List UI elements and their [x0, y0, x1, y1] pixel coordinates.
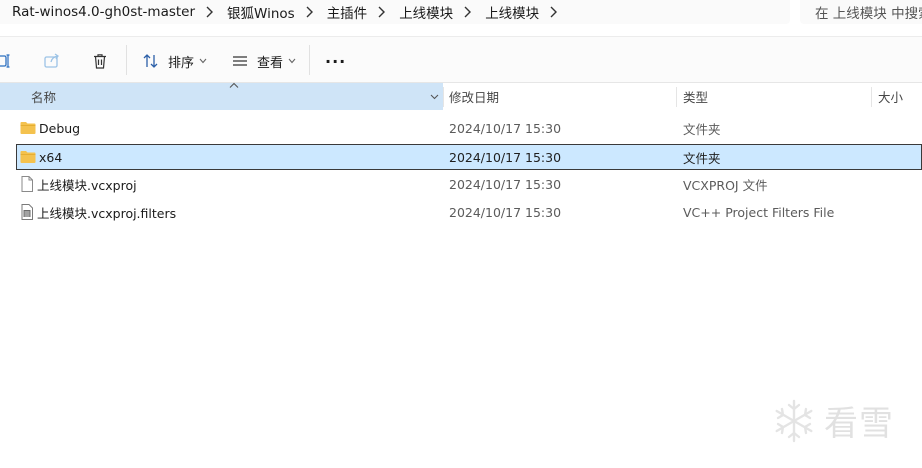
file-icon	[21, 176, 33, 192]
more-icon: ···	[325, 51, 347, 71]
breadcrumb-item[interactable]: 上线模块	[481, 0, 539, 24]
column-header-type-label: 类型	[683, 90, 709, 105]
watermark-text: 看雪	[824, 404, 894, 444]
file-type: VC++ Project Filters File	[683, 204, 835, 220]
view-button[interactable]: 查看	[231, 49, 296, 73]
trash-icon	[94, 54, 106, 69]
watermark: 看雪	[770, 396, 894, 445]
filters-file-icon	[21, 204, 33, 220]
column-header-name-label: 名称	[31, 90, 57, 105]
column-header-type[interactable]: 类型	[683, 83, 708, 110]
breadcrumb-label: Rat-winos4.0-gh0st-master	[12, 4, 196, 20]
chevron-down-icon[interactable]	[430, 94, 439, 100]
command-separator	[309, 45, 310, 75]
address-row: Rat-winos4.0-gh0st-master 银狐Winos 主插件 上线…	[0, 0, 922, 36]
column-divider[interactable]	[871, 87, 872, 107]
sort-icon	[143, 54, 158, 68]
file-name-cell: Debug	[20, 115, 80, 141]
file-date: 2024/10/17 15:30	[449, 176, 562, 192]
column-divider[interactable]	[676, 87, 677, 107]
file-type: VCXPROJ 文件	[683, 177, 768, 193]
search-placeholder: 在 上线模块 中搜索	[815, 6, 922, 22]
chevron-right-icon[interactable]	[367, 0, 395, 24]
breadcrumb-item[interactable]: 银狐Winos	[223, 0, 295, 24]
column-header-size-label: 大小	[878, 90, 904, 105]
breadcrumb: Rat-winos4.0-gh0st-master 银狐Winos 主插件 上线…	[0, 0, 790, 24]
breadcrumb-item[interactable]: 上线模块	[395, 0, 453, 24]
sort-button[interactable]: 排序	[142, 49, 207, 73]
file-name: x64	[39, 149, 63, 165]
file-date: 2024/10/17 15:30	[449, 149, 562, 165]
file-row[interactable]: 上线模块.vcxproj 2024/10/17 15:30 VCXPROJ 文件	[0, 171, 922, 197]
file-row[interactable]: Debug 2024/10/17 15:30 文件夹	[0, 115, 922, 141]
column-header-size[interactable]: 大小	[878, 83, 903, 110]
file-type: 文件夹	[683, 121, 721, 137]
chevron-down-icon	[288, 58, 296, 64]
sort-ascending-icon	[229, 82, 239, 88]
view-icon	[233, 56, 247, 66]
share-button[interactable]	[43, 49, 61, 73]
column-header-date[interactable]: 修改日期	[449, 83, 499, 110]
command-bar: 排序 查看 ···	[0, 36, 922, 83]
breadcrumb-label: 银狐Winos	[227, 6, 295, 22]
file-name-cell: 上线模块.vcxproj.filters	[20, 199, 176, 225]
share-icon	[44, 53, 59, 68]
column-divider[interactable]	[443, 87, 444, 107]
more-options-button[interactable]: ···	[325, 49, 346, 73]
file-name: 上线模块.vcxproj	[37, 177, 137, 193]
file-name-cell: x64	[20, 144, 62, 170]
breadcrumb-label: 上线模块	[485, 6, 540, 22]
chevron-right-icon[interactable]	[195, 0, 223, 24]
rename-icon	[0, 54, 10, 68]
breadcrumb-label: 主插件	[326, 6, 368, 22]
rename-button[interactable]	[0, 49, 12, 73]
column-header-date-label: 修改日期	[449, 90, 500, 105]
breadcrumb-item[interactable]: Rat-winos4.0-gh0st-master	[0, 0, 195, 24]
folder-icon	[20, 151, 36, 163]
column-header-name[interactable]: 名称	[0, 82, 443, 110]
snowflake-icon	[775, 399, 813, 442]
file-name: 上线模块.vcxproj.filters	[37, 205, 177, 221]
column-header: 名称 修改日期 类型 大小	[0, 82, 922, 110]
chevron-down-icon	[199, 58, 207, 64]
command-separator	[126, 45, 127, 75]
file-row[interactable]: 上线模块.vcxproj.filters 2024/10/17 15:30 VC…	[0, 199, 922, 225]
file-row-selected[interactable]: x64 2024/10/17 15:30 文件夹	[16, 144, 922, 170]
breadcrumb-label: 上线模块	[399, 6, 454, 22]
breadcrumb-item[interactable]: 主插件	[323, 0, 368, 24]
delete-button[interactable]	[91, 49, 109, 73]
file-type: 文件夹	[683, 150, 721, 166]
file-name-cell: 上线模块.vcxproj	[20, 171, 137, 197]
chevron-right-icon[interactable]	[453, 0, 481, 24]
chevron-right-icon[interactable]	[295, 0, 323, 24]
file-date: 2024/10/17 15:30	[449, 204, 562, 220]
folder-icon	[20, 122, 36, 134]
file-name: Debug	[39, 120, 81, 136]
view-label: 查看	[257, 55, 284, 71]
sort-label: 排序	[168, 55, 195, 71]
chevron-right-icon[interactable]	[539, 0, 567, 24]
search-input[interactable]: 在 上线模块 中搜索	[800, 0, 922, 24]
file-date: 2024/10/17 15:30	[449, 120, 562, 136]
